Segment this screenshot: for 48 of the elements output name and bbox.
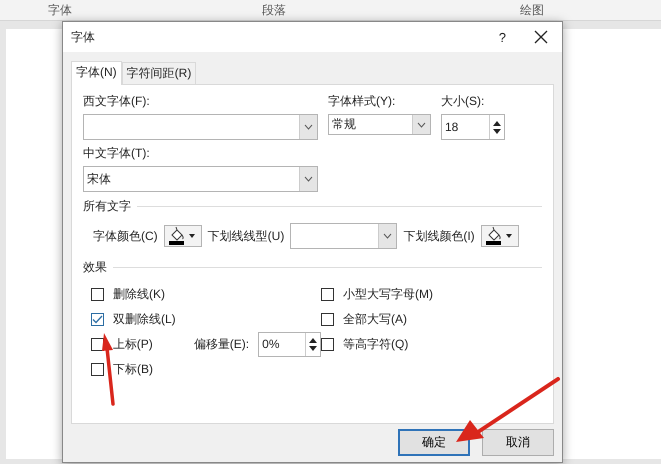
field-label: 偏移量(E): — [194, 336, 250, 352]
checkbox[interactable] — [321, 338, 334, 350]
checkbox-label: 删除线(K) — [113, 286, 165, 302]
field-label: 字体样式(Y): — [328, 93, 396, 110]
chevron-icon — [417, 122, 426, 128]
field-label: 中文字体(T): — [83, 145, 151, 162]
size-spinner[interactable]: 18 — [441, 114, 505, 140]
section-heading: 效果 — [83, 259, 107, 276]
checkbox-label: 下标(B) — [113, 360, 153, 378]
ok-button[interactable]: 确定 — [398, 429, 470, 456]
checkbox-label: 小型大写字母(M) — [343, 286, 433, 302]
chevron-icon — [304, 176, 313, 182]
field-label: 下划线颜色(I) — [403, 228, 475, 244]
tab[interactable]: 字符间距(R) — [122, 62, 196, 84]
checkbox[interactable] — [321, 312, 334, 326]
checkbox[interactable] — [321, 288, 334, 300]
offset-spinner[interactable]: 0% — [258, 332, 321, 356]
checkbox[interactable] — [91, 338, 104, 350]
section-heading: 所有文字 — [83, 198, 131, 215]
checkbox-label: 上标(P) — [112, 336, 153, 352]
chevron-icon — [304, 124, 313, 130]
checkbox[interactable] — [91, 362, 104, 376]
field-label: 下划线线型(U) — [208, 228, 284, 244]
field-label: 大小(S): — [441, 93, 486, 110]
field-label: 西文字体(F): — [83, 93, 151, 110]
field-label: 字体颜色(C) — [93, 228, 158, 244]
ribbon-group-label: 字体 — [48, 2, 72, 19]
asian-font-combo[interactable]: 宋体 — [83, 166, 318, 192]
up-arrow-icon[interactable] — [309, 338, 317, 342]
underline-color-button[interactable] — [480, 225, 519, 247]
ribbon-group-label: 段落 — [262, 2, 286, 19]
cancel-button[interactable]: 取消 — [482, 429, 554, 456]
ribbon-group-label: 绘图 — [520, 2, 544, 19]
font-style-combo[interactable]: 常规 — [328, 114, 431, 135]
help-button[interactable]: ? — [498, 30, 506, 44]
checkbox[interactable] — [91, 312, 104, 326]
checkbox[interactable] — [91, 288, 104, 300]
down-arrow-icon[interactable] — [493, 128, 501, 134]
font-color-button[interactable] — [164, 225, 202, 247]
checkbox-label: 双删除线(L) — [113, 310, 176, 328]
up-arrow-icon[interactable] — [493, 120, 501, 126]
checkbox-label: 等高字符(Q) — [343, 336, 408, 352]
chevron-icon — [383, 233, 392, 239]
tab[interactable]: 字体(N) — [71, 61, 122, 85]
dialog-title: 字体 — [71, 28, 96, 46]
checkbox-label: 全部大写(A) — [343, 310, 407, 328]
close-icon[interactable] — [534, 30, 548, 44]
down-arrow-icon[interactable] — [309, 346, 317, 350]
